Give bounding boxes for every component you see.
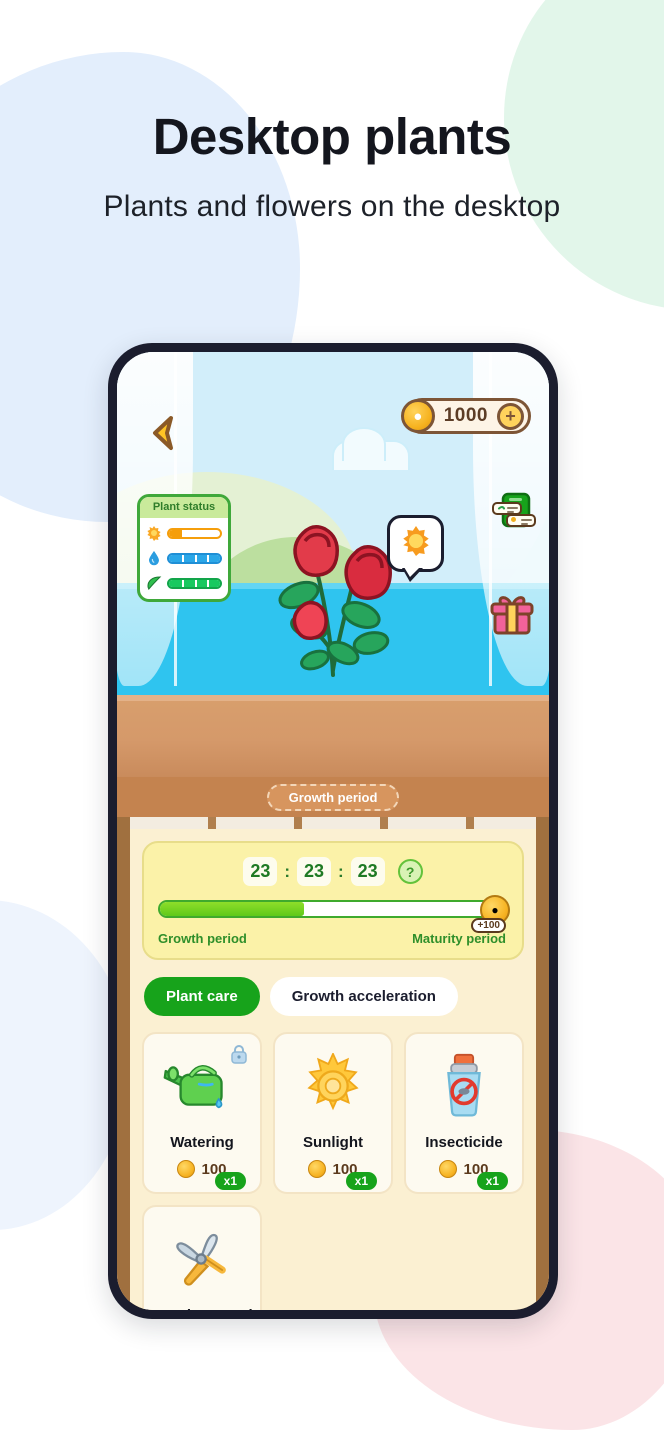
- item-card-sunlight[interactable]: x1 Sunlight 100: [273, 1032, 393, 1194]
- sunlight-bar: [167, 527, 222, 539]
- plant-status-panel[interactable]: Plant status: [137, 494, 231, 602]
- page-subtitle: Plants and flowers on the desktop: [103, 189, 561, 223]
- item-name: Watering: [170, 1134, 234, 1151]
- phone-mockup: ● 1000 + Plant status Growth period 23:…: [108, 343, 558, 1319]
- tab-plant-care[interactable]: Plant care: [144, 977, 260, 1016]
- back-button[interactable]: [147, 414, 177, 452]
- item-qty-badge: x1: [345, 1172, 377, 1190]
- game-scene: ● 1000 + Plant status: [117, 352, 549, 777]
- progress-left-label: Growth period: [158, 931, 247, 946]
- coin-amount: 1000: [443, 405, 488, 426]
- growth-timer-card: 23 : 23 : 23 ? ● +100 Growth period Matu…: [142, 841, 524, 960]
- status-row-water: [146, 550, 222, 566]
- plant-status-title: Plant status: [140, 497, 228, 518]
- coin-icon: [439, 1160, 458, 1178]
- sunlight-bubble-button[interactable]: [387, 515, 444, 582]
- progress-track: ● +100: [158, 895, 510, 933]
- sun-icon: [400, 525, 432, 562]
- insecticide-icon: [406, 1050, 522, 1122]
- coin-icon: [177, 1160, 196, 1178]
- progress-right-label: Maturity period: [412, 931, 506, 946]
- watering-can-icon: [144, 1050, 260, 1122]
- gift-box-icon[interactable]: [489, 592, 535, 636]
- potted-plant[interactable]: [243, 475, 423, 725]
- timer-colon-1: :: [284, 861, 290, 881]
- coin-icon: [308, 1160, 327, 1178]
- item-grid: x1 Watering 100 x1 Sunlight 100 x1 Insec…: [142, 1032, 524, 1310]
- item-qty-badge: x1: [214, 1172, 246, 1190]
- promo-page: Desktop plants Plants and flowers on the…: [0, 0, 664, 1440]
- period-chip[interactable]: Growth period: [266, 783, 400, 811]
- item-name: Sunlight: [303, 1134, 363, 1151]
- nutrition-bar: [167, 577, 222, 589]
- coin-icon: ●: [400, 399, 435, 433]
- add-coins-button[interactable]: +: [497, 402, 524, 430]
- leaf-icon: [146, 575, 162, 591]
- page-header: Desktop plants Plants and flowers on the…: [0, 110, 664, 224]
- plant-status-rows: [140, 518, 228, 599]
- growth-progress: ● +100 Growth period Maturity period: [158, 895, 510, 946]
- shop-panel: 23 : 23 : 23 ? ● +100 Growth period Matu…: [117, 817, 549, 1310]
- pruning-shears-icon: [144, 1223, 260, 1295]
- status-row-nutrition: [146, 575, 222, 591]
- progress-labels: Growth period Maturity period: [158, 931, 506, 946]
- cloud-icon: [332, 427, 410, 470]
- water-drop-icon: [146, 550, 162, 566]
- progress-fill: [160, 902, 305, 916]
- countdown-timer: 23 : 23 : 23 ?: [158, 857, 508, 886]
- item-card-insecticide[interactable]: x1 Insecticide 100: [404, 1032, 524, 1194]
- help-button[interactable]: ?: [397, 859, 423, 884]
- reward-badge: +100: [471, 918, 506, 933]
- page-title: Desktop plants: [152, 108, 512, 165]
- item-name: Insecticide: [425, 1134, 503, 1151]
- timer-colon-2: :: [338, 861, 344, 881]
- shelf-strip: [130, 817, 536, 829]
- task-list-icon[interactable]: [491, 492, 539, 534]
- item-card-weed-removal[interactable]: x1 Weed removal 100: [142, 1205, 262, 1310]
- phone-screen: ● 1000 + Plant status Growth period 23:…: [117, 352, 549, 1310]
- item-card-watering[interactable]: x1 Watering 100: [142, 1032, 262, 1194]
- coin-balance-bar[interactable]: ● 1000 +: [400, 398, 531, 434]
- status-row-sunlight: [146, 525, 222, 541]
- item-name: Weed removal: [144, 1307, 260, 1310]
- timer-minutes: 23: [297, 857, 331, 886]
- period-label-bar: Growth period: [117, 777, 549, 817]
- shop-tabs: Plant care Growth acceleration: [142, 977, 524, 1016]
- sun-icon: [275, 1050, 391, 1122]
- sun-icon: [146, 525, 162, 541]
- water-bar: [167, 552, 222, 564]
- timer-hours: 23: [243, 857, 278, 886]
- tab-growth-acceleration[interactable]: Growth acceleration: [269, 977, 458, 1016]
- item-qty-badge: x1: [476, 1172, 508, 1190]
- timer-seconds: 23: [350, 857, 385, 886]
